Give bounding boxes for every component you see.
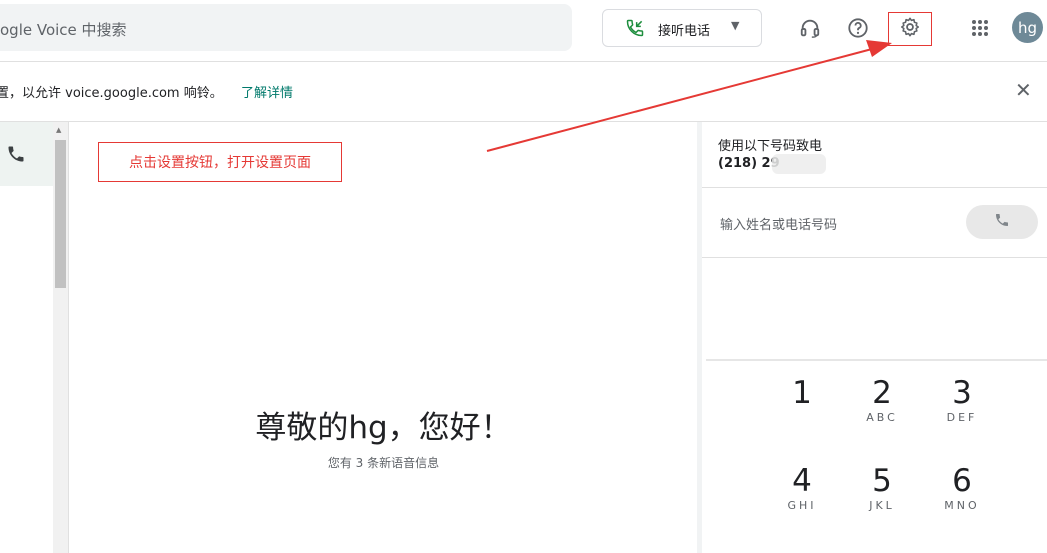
scrollbar[interactable]: ▲: [53, 122, 69, 553]
dialpad-letters: JKL: [869, 499, 895, 512]
gear-icon: [899, 16, 921, 42]
dialpad-letters: DEF: [946, 411, 978, 424]
divider: [702, 187, 1047, 188]
dial-input[interactable]: 输入姓名或电话号码: [720, 214, 837, 233]
answer-calls-label: 接听电话: [658, 24, 711, 39]
dialpad-key-1[interactable]: 1: [762, 375, 842, 411]
caller-id-label: 使用以下号码致电: [718, 139, 823, 154]
divider: [706, 359, 1047, 361]
top-bar: ogle Voice 中搜索 接听电话 ▼ hg: [0, 0, 1047, 62]
help-icon[interactable]: [842, 12, 874, 44]
dialpad-key-6[interactable]: 6 MNO: [922, 463, 1002, 513]
dialpad-letters: ABC: [866, 411, 898, 424]
phone-answer-icon: [625, 18, 645, 42]
dialpad-digit: 3: [952, 375, 972, 411]
answer-calls-button[interactable]: 接听电话 ▼: [602, 9, 762, 47]
phone-icon: [6, 144, 26, 168]
avatar[interactable]: hg: [1012, 12, 1043, 43]
greeting-title: 尊敬的hg，您好！: [255, 410, 512, 446]
dialpad-key-2[interactable]: 2 ABC: [842, 375, 922, 425]
dialer-panel: 使用以下号码致电 (218) 29 输入姓名或电话号码 1 2 ABC 3 DE…: [702, 122, 1047, 553]
dialpad-letters: GHI: [787, 499, 817, 512]
learn-more-link[interactable]: 了解详情: [241, 82, 293, 101]
close-icon[interactable]: ✕: [1015, 78, 1032, 102]
main-panel: 点击设置按钮，打开设置页面 尊敬的hg，您好！ 您有 3 条新语音信息: [70, 122, 697, 553]
headset-icon[interactable]: [794, 12, 826, 44]
apps-grid-icon[interactable]: [964, 12, 996, 44]
dialpad-digit: 4: [792, 463, 812, 499]
search-bar[interactable]: ogle Voice 中搜索: [0, 4, 572, 51]
chevron-down-icon: ▼: [731, 19, 740, 32]
settings-button[interactable]: [888, 12, 932, 46]
voicemail-count: 您有 3 条新语音信息: [327, 456, 440, 470]
dialpad-digit: 5: [872, 463, 892, 499]
left-nav: [0, 122, 53, 553]
call-button[interactable]: [966, 205, 1038, 239]
dialpad-digit: 6: [952, 463, 972, 499]
banner-message: 置，以允许 voice.google.com 响铃。: [0, 86, 223, 101]
scroll-up-icon[interactable]: ▲: [56, 126, 61, 134]
phone-icon: [994, 212, 1010, 232]
dialpad-letters: MNO: [944, 499, 980, 512]
redacted-number: [772, 154, 826, 174]
dialpad-key-5[interactable]: 5 JKL: [842, 463, 922, 513]
notification-banner: 置，以允许 voice.google.com 响铃。 了解详情 ✕: [0, 62, 1047, 122]
caller-id-number[interactable]: (218) 29: [718, 156, 780, 171]
sidebar-item-calls[interactable]: [0, 122, 53, 186]
dialpad-key-3[interactable]: 3 DEF: [922, 375, 1002, 425]
search-input[interactable]: ogle Voice 中搜索: [0, 19, 127, 40]
annotation-callout: 点击设置按钮，打开设置页面: [98, 142, 342, 182]
scrollbar-thumb[interactable]: [55, 140, 66, 288]
dialpad-digit: 2: [872, 375, 892, 411]
dialpad-digit: 1: [792, 375, 812, 411]
divider: [702, 257, 1047, 258]
dialpad-key-4[interactable]: 4 GHI: [762, 463, 842, 513]
